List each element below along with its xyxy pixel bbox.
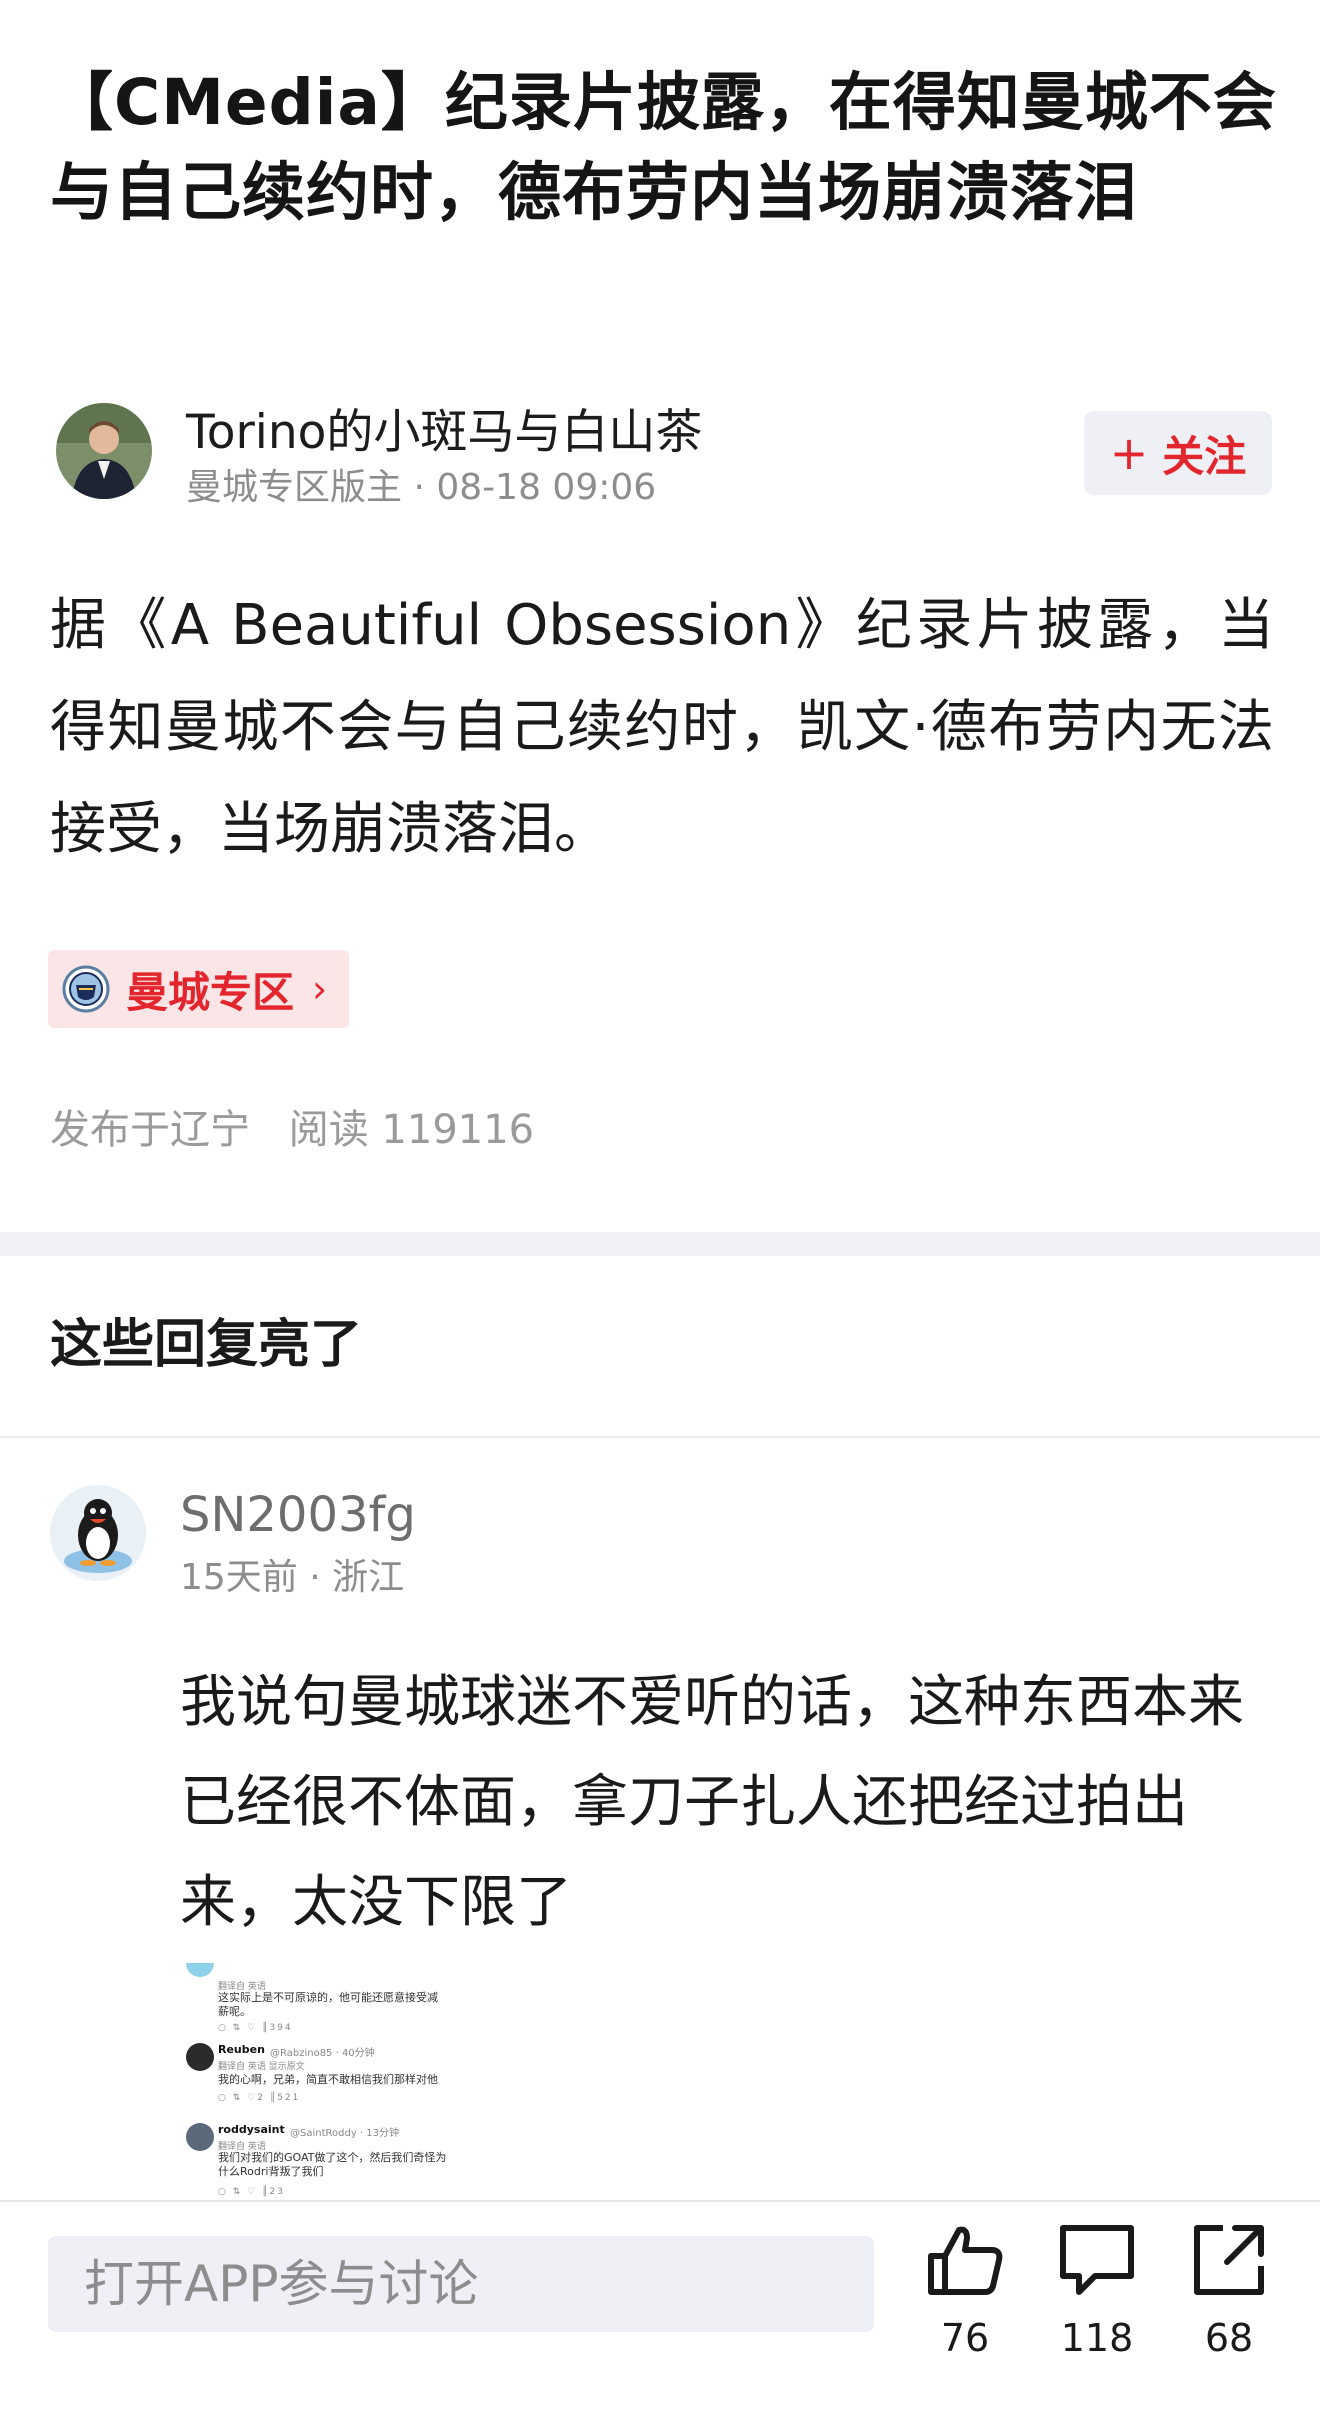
chevron-right-icon: › [312,967,328,1011]
read-count: 阅读 119116 [288,1107,535,1153]
post-title: 【CMedia】纪录片披露，在得知曼城不会与自己续约时，德布劳内当场崩溃落泪 [50,66,1277,229]
screenshot-handle: @SaintRoddy · 13分钟 [290,2128,400,2139]
plus-icon: + [1109,426,1149,480]
post-datetime: 08-18 09:06 [436,467,657,508]
reply-meta: 15天前 · 浙江 [180,1555,404,1601]
reply-time: 15天前 [180,1557,298,1598]
reply-avatar[interactable] [50,1485,146,1581]
publish-meta: 发布于辽宁 阅读 119116 [50,1100,534,1160]
comment-button[interactable]: 118 [1042,2220,1152,2400]
author-row: Torino的小斑马与白山茶 曼城专区版主 · 08-18 09:06 + 关注 [56,403,1272,508]
comment-count: 118 [1060,2316,1134,2360]
screenshot-view-count: 521 [277,2093,301,2103]
topic-tag[interactable]: 曼城专区 › [48,950,350,1028]
meta-separator: · [309,1557,333,1598]
screenshot-stats: ○ ⇅ ♡ ║394 [218,2023,293,2033]
screenshot-view-count: 394 [269,2023,293,2033]
screenshot-view-count: 23 [269,2187,285,2197]
screenshot-stats: ○ ⇅ ♡2 ║521 [218,2093,301,2103]
header-divider [0,1436,1320,1438]
thumbs-up-icon [928,2226,1003,2295]
author-role: 曼城专区版主 [186,467,403,508]
author-avatar[interactable] [56,403,152,499]
screenshot-text: 这实际上是不可原谅的，他可能还愿意接受减薪呢。 [218,1991,438,2018]
topic-label: 曼城专区 [126,967,295,1017]
screenshot-username: Reuben [218,2043,265,2056]
screenshot-text: 我的心啊，兄弟，简直不敢相信我们那样对他 [218,2073,438,2086]
screenshot-translation-note: 翻译自 英语 显示原文 [218,2062,305,2072]
screenshot-avatar [186,2043,214,2071]
like-button[interactable]: 76 [910,2220,1020,2400]
screenshot-username: roddysaint [218,2123,285,2136]
screenshot-handle: @Rabzino85 · 40分钟 [270,2048,375,2059]
follow-button[interactable]: + 关注 [1084,411,1272,495]
bottom-action-bar: 打开APP参与讨论 76 118 68 [0,2200,1320,2431]
screenshot-avatar [186,2123,214,2151]
reply-location: 浙江 [332,1557,405,1598]
share-count: 68 [1204,2316,1254,2360]
reply-image[interactable]: 翻译自 英语 这实际上是不可原谅的，他可能还愿意接受减薪呢。 ○ ⇅ ♡ ║39… [178,1963,458,2201]
share-icon [1194,2225,1264,2295]
screenshot-avatar [186,1963,214,1977]
replies-section-title: 这些回复亮了 [50,1315,363,1375]
follow-label: 关注 [1162,431,1247,481]
author-meta: 曼城专区版主 · 08-18 09:06 [186,465,656,511]
screenshot-text: 我们对我们的GOAT做了这个，然后我们奇怪为什么Rodri背叛了我们 [218,2151,447,2178]
screenshot-like-count: 2 [257,2093,265,2103]
man-city-crest-icon [62,965,110,1013]
like-count: 76 [940,2316,990,2360]
discuss-input[interactable]: 打开APP参与讨论 [48,2236,874,2332]
share-button[interactable]: 68 [1174,2220,1284,2400]
publish-location: 发布于辽宁 [50,1107,250,1153]
screenshot-entry: roddysaint @SaintRoddy · 13分钟 翻译自 英语 我们对… [178,2123,458,2201]
screenshot-entry: Reuben @Rabzino85 · 40分钟 翻译自 英语 显示原文 我的心… [178,2043,458,2119]
post-body: 据《A Beautiful Obsession》纪录片披露，当得知曼城不会与自己… [50,593,1274,862]
screenshot-entry: 翻译自 英语 这实际上是不可原谅的，他可能还愿意接受减薪呢。 ○ ⇅ ♡ ║39… [178,1963,458,2033]
comment-icon [1060,2225,1134,2295]
reply-username[interactable]: SN2003fg [180,1485,416,1545]
meta-separator: · [413,467,437,508]
section-divider [0,1232,1320,1256]
reply-text: 我说句曼城球迷不爱听的话，这种东西本来已经很不体面，拿刀子扎人还把经过拍出来，太… [180,1670,1244,1935]
screenshot-stats: ○ ⇅ ♡ ║23 [218,2187,285,2197]
author-name[interactable]: Torino的小斑马与白山茶 [186,403,702,463]
